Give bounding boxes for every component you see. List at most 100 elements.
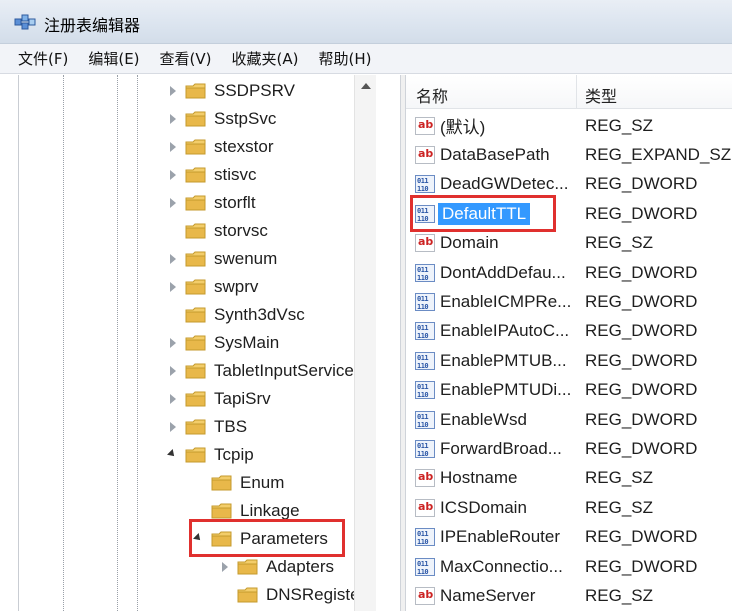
folder-icon (185, 390, 207, 408)
tree-node[interactable]: TapiSrv (167, 385, 271, 413)
tree-node-label: TapiSrv (214, 389, 271, 408)
expand-arrow-icon[interactable] (167, 253, 179, 265)
value-row[interactable]: ab NameServer REG_SZ (406, 581, 732, 610)
expand-arrow-icon[interactable] (167, 421, 179, 433)
value-row[interactable]: 011 110 EnableWsd REG_DWORD (406, 405, 732, 434)
value-name: EnableICMPRe... (440, 291, 572, 311)
value-name: Hostname (440, 468, 518, 488)
folder-icon (185, 278, 207, 296)
annotation-highlight-box (189, 519, 345, 557)
menu-item-3[interactable]: 收藏夹(A) (232, 48, 299, 69)
expand-arrow-icon[interactable] (167, 337, 179, 349)
value-name: (默认) (440, 118, 486, 137)
menu-item-2[interactable]: 查看(V) (160, 48, 212, 69)
tree-node[interactable]: storvsc (167, 217, 268, 245)
value-name: ICSDomain (440, 497, 527, 517)
dword-value-icon: 011 110 (414, 557, 436, 577)
tree-node-label: swprv (214, 277, 259, 296)
tree-node[interactable]: stisvc (167, 161, 257, 189)
tree-node[interactable]: stexstor (167, 133, 274, 161)
value-row[interactable]: 011 110 IPEnableRouter REG_DWORD (406, 523, 732, 552)
column-header-name[interactable]: 名称 (416, 83, 448, 107)
expand-arrow-icon[interactable] (167, 197, 179, 209)
column-header-type[interactable]: 类型 (585, 83, 617, 107)
collapse-arrow-icon[interactable] (167, 449, 179, 461)
tree-node[interactable]: Enum (193, 469, 284, 497)
value-row[interactable]: 011 110 DontAddDefau... REG_DWORD (406, 258, 732, 287)
expand-arrow-icon[interactable] (167, 113, 179, 125)
window-title: 注册表编辑器 (44, 16, 141, 35)
menu-item-1[interactable]: 编辑(E) (88, 48, 139, 69)
value-row[interactable]: ab Hostname REG_SZ (406, 464, 732, 493)
value-row[interactable]: ab (默认) REG_SZ (406, 111, 732, 140)
list-header: 名称 类型 (406, 75, 732, 109)
tree-node[interactable]: Adapters (219, 553, 334, 581)
dword-value-icon: 011 110 (414, 321, 436, 341)
folder-icon (185, 418, 207, 436)
value-name: EnablePMTUDi... (440, 380, 572, 400)
tree-node[interactable]: swprv (167, 273, 258, 301)
tree-node[interactable]: SstpSvc (167, 105, 276, 133)
tree-node[interactable]: TabletInputService (167, 357, 354, 385)
tree-node-label: Enum (240, 473, 285, 492)
value-row[interactable]: 011 110 EnableIPAutoC... REG_DWORD (406, 317, 732, 346)
registry-key-tree[interactable]: SSDPSRV SstpSvc stexstor stisvc storflt storv… (18, 75, 400, 611)
tree-vertical-scrollbar[interactable] (354, 75, 376, 611)
expand-arrow-icon[interactable] (167, 393, 179, 405)
folder-icon (185, 222, 207, 240)
expand-arrow-icon[interactable] (167, 281, 179, 293)
value-row[interactable]: 011 110 MaxConnectio... REG_DWORD (406, 552, 732, 581)
expand-arrow-icon[interactable] (219, 561, 231, 573)
folder-icon (185, 166, 207, 184)
registry-value-list[interactable]: 名称 类型 ab (默认) REG_SZ ab DataBasePath REG_EXPA… (406, 75, 732, 611)
string-value-icon: ab (414, 468, 436, 488)
tree-node[interactable]: DNSRegistere (219, 581, 375, 609)
folder-icon (185, 110, 207, 128)
folder-icon (185, 194, 207, 212)
dword-value-icon: 011 110 (414, 380, 436, 400)
dword-value-icon: 011 110 (414, 174, 436, 194)
menu-item-0[interactable]: 文件(F) (18, 48, 68, 69)
string-value-icon: ab (414, 116, 436, 136)
value-type: REG_DWORD (585, 262, 698, 282)
tree-node-label: Tcpip (214, 445, 254, 464)
value-row[interactable]: 011 110 EnablePMTUDi... REG_DWORD (406, 376, 732, 405)
value-type: REG_EXPAND_SZ (585, 144, 732, 164)
tree-node[interactable]: storflt (167, 189, 256, 217)
expand-arrow-icon[interactable] (167, 85, 179, 97)
expand-arrow-icon[interactable] (167, 141, 179, 153)
column-divider[interactable] (576, 75, 577, 109)
tree-node[interactable]: Tcpip (167, 441, 254, 469)
value-row[interactable]: ab Domain REG_SZ (406, 229, 732, 258)
value-name: EnableWsd (440, 409, 527, 429)
value-type: REG_SZ (585, 585, 654, 605)
value-row[interactable]: ab ICSDomain REG_SZ (406, 493, 732, 522)
menu-item-4[interactable]: 帮助(H) (318, 48, 371, 69)
menu-bar: 文件(F) 编辑(E) 查看(V) 收藏夹(A) 帮助(H) (0, 44, 732, 74)
folder-icon (185, 138, 207, 156)
value-name: NameServer (440, 585, 536, 605)
tree-node[interactable]: SSDPSRV (167, 77, 295, 105)
value-row[interactable]: 011 110 EnablePMTUB... REG_DWORD (406, 346, 732, 375)
tree-node[interactable]: Synth3dVsc (167, 301, 305, 329)
value-row[interactable]: 011 110 EnableICMPRe... REG_DWORD (406, 287, 732, 316)
tree-node-label: storvsc (214, 221, 268, 240)
expand-arrow-icon[interactable] (167, 365, 179, 377)
tree-node[interactable]: TBS (167, 413, 247, 441)
value-type: REG_SZ (585, 233, 654, 253)
value-name: MaxConnectio... (440, 556, 563, 576)
tree-node[interactable]: SysMain (167, 329, 279, 357)
dword-value-icon: 011 110 (414, 410, 436, 430)
expand-arrow-icon[interactable] (167, 169, 179, 181)
value-name: ForwardBroad... (440, 438, 562, 458)
value-type: REG_DWORD (585, 321, 698, 341)
value-type: REG_DWORD (585, 174, 698, 194)
value-row[interactable]: ab DataBasePath REG_EXPAND_SZ (406, 140, 732, 169)
tree-node[interactable]: swenum (167, 245, 277, 273)
value-name: DeadGWDetec... (440, 174, 569, 194)
scroll-up-arrow-icon[interactable] (361, 83, 371, 89)
value-row[interactable]: 011 110 ForwardBroad... REG_DWORD (406, 434, 732, 463)
